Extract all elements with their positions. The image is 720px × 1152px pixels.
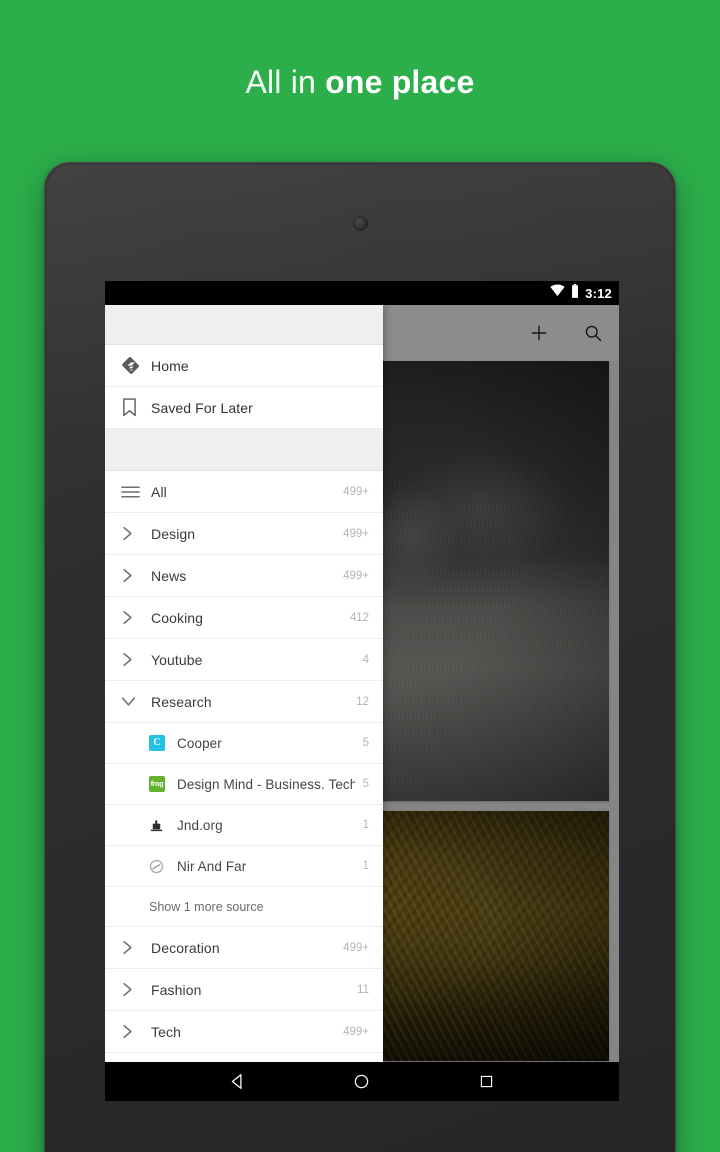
drawer-item-label: Design <box>151 525 196 542</box>
drawer-item-count: 499+ <box>343 485 369 498</box>
home-circle-icon[interactable] <box>350 1070 374 1094</box>
drawer-item-saved-for-later[interactable]: Saved For Later <box>105 387 383 429</box>
page-title: All in one place <box>0 62 720 102</box>
promo-screenshot: All in one place 3:12 Home Saved For Lat… <box>0 0 720 1152</box>
feedly-home-icon <box>121 356 151 375</box>
status-bar: 3:12 <box>105 281 619 305</box>
drawer-item-all[interactable]: All 499+ <box>105 471 383 513</box>
drawer-item-count: 499+ <box>343 527 369 540</box>
page-title-bold: one place <box>325 64 475 100</box>
chevron-right-icon[interactable] <box>121 652 151 667</box>
cooper-favicon-icon: C <box>149 735 177 751</box>
drawer-item-tech[interactable]: Tech 499+ <box>105 1011 383 1053</box>
back-triangle-icon[interactable] <box>225 1070 249 1094</box>
drawer-source-count: 5 <box>362 778 369 790</box>
drawer-header <box>105 305 383 345</box>
drawer-source-label: Cooper <box>177 735 222 751</box>
drawer-item-label: Saved For Later <box>151 399 253 416</box>
drawer-item-design[interactable]: Design 499+ <box>105 513 383 555</box>
drawer-item-label: Decoration <box>151 939 220 956</box>
drawer-item-label: Research <box>151 693 212 710</box>
drawer-item-decoration[interactable]: Decoration 499+ <box>105 927 383 969</box>
status-bar-clock: 3:12 <box>585 285 612 301</box>
drawer-item-label: Tech <box>151 1023 181 1040</box>
drawer-item-count: 499+ <box>343 941 369 954</box>
front-camera-icon <box>352 216 368 231</box>
drawer-source-label: Jnd.org <box>177 817 223 833</box>
drawer-item-cooking[interactable]: Cooking 412 <box>105 597 383 639</box>
drawer-source-design-mind[interactable]: frog Design Mind - Business. Tech 5 <box>105 764 383 805</box>
cooper-favicon-glyph: C <box>149 735 165 751</box>
drawer-item-label: Youtube <box>151 651 203 668</box>
chevron-down-icon[interactable] <box>121 695 151 708</box>
bookmark-icon <box>121 398 151 417</box>
battery-icon <box>571 283 579 303</box>
page-title-light: All in <box>245 64 326 100</box>
frog-favicon-glyph: frog <box>149 776 165 792</box>
drawer-item-research[interactable]: Research 12 <box>105 681 383 723</box>
jnd-favicon-icon <box>149 818 177 833</box>
chevron-right-icon[interactable] <box>121 982 151 997</box>
drawer-source-cooper[interactable]: C Cooper 5 <box>105 723 383 764</box>
drawer-item-count: 4 <box>362 653 369 666</box>
tablet-device-frame: 3:12 Home Saved For Later All 499+ Desig… <box>44 162 676 1152</box>
recents-square-icon[interactable] <box>475 1070 499 1094</box>
drawer-item-count: 11 <box>357 983 369 996</box>
search-icon[interactable] <box>581 321 605 345</box>
drawer-item-news[interactable]: News 499+ <box>105 555 383 597</box>
drawer-item-count: 412 <box>349 611 369 624</box>
drawer-item-count: 499+ <box>343 569 369 582</box>
device-screen: 3:12 Home Saved For Later All 499+ Desig… <box>105 281 619 1101</box>
chevron-right-icon[interactable] <box>121 526 151 541</box>
drawer-item-label: News <box>151 567 187 584</box>
drawer-source-count: 1 <box>362 860 369 872</box>
drawer-item-youtube[interactable]: Youtube 4 <box>105 639 383 681</box>
chevron-right-icon[interactable] <box>121 1024 151 1039</box>
wifi-icon <box>550 284 565 302</box>
drawer-item-marketing[interactable]: Marketing 999 <box>105 1053 383 1062</box>
drawer-item-home[interactable]: Home <box>105 345 383 387</box>
frog-favicon-icon: frog <box>149 776 177 792</box>
drawer-item-list[interactable]: Home Saved For Later All 499+ Design 499… <box>105 345 383 1062</box>
chevron-right-icon[interactable] <box>121 610 151 625</box>
drawer-source-label: Design Mind - Business. Tech <box>177 776 355 792</box>
drawer-item-count: 499+ <box>343 1025 369 1038</box>
drawer-source-jnd-org[interactable]: Jnd.org 1 <box>105 805 383 846</box>
drawer-item-label: All <box>151 483 167 500</box>
chevron-right-icon[interactable] <box>121 568 151 583</box>
plus-icon[interactable] <box>527 321 551 345</box>
drawer-source-count: 5 <box>362 737 369 749</box>
drawer-item-label: Home <box>151 357 189 374</box>
nirandfar-favicon-icon <box>149 859 177 874</box>
drawer-section-divider <box>105 429 383 471</box>
navigation-drawer[interactable]: Home Saved For Later All 499+ Design 499… <box>105 305 383 1062</box>
drawer-show-more-sources[interactable]: Show 1 more source <box>105 887 383 927</box>
drawer-source-count: 1 <box>362 819 369 831</box>
drawer-item-fashion[interactable]: Fashion 11 <box>105 969 383 1011</box>
system-navigation-bar[interactable] <box>105 1062 619 1101</box>
drawer-source-nir-and-far[interactable]: Nir And Far 1 <box>105 846 383 887</box>
drawer-show-more-label: Show 1 more source <box>149 899 264 914</box>
drawer-item-label: Fashion <box>151 981 202 998</box>
chevron-right-icon[interactable] <box>121 940 151 955</box>
drawer-source-label: Nir And Far <box>177 858 247 874</box>
drawer-item-count: 12 <box>356 695 369 708</box>
hamburger-icon <box>121 485 151 499</box>
app-body: F R I E N D S by Viktor Wink <box>105 305 619 1062</box>
drawer-item-label: Cooking <box>151 609 204 626</box>
